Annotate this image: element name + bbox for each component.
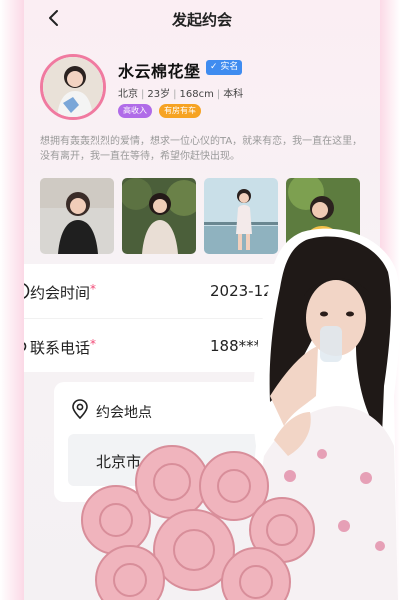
- gallery-photo[interactable]: [122, 178, 196, 254]
- verified-icon: ✓: [210, 62, 218, 72]
- phone-label: 联系电话*: [30, 337, 97, 357]
- profile-avatar[interactable]: [40, 54, 106, 120]
- verified-badge: ✓ 实名: [206, 60, 243, 75]
- profile-age: 23岁: [147, 89, 171, 100]
- profile-education: 本科: [223, 89, 244, 100]
- top-nav-bar: 发起约会: [24, 0, 380, 36]
- gallery-photo[interactable]: [40, 178, 114, 254]
- profile-meta: 北京 | 23岁 | 168cm | 本科: [118, 89, 244, 100]
- profile-name: 水云棉花堡: [118, 62, 201, 81]
- profile-city: 北京: [118, 89, 138, 100]
- rose-bouquet-overlay: [81, 445, 315, 600]
- tag-high-income: 高收入: [118, 104, 152, 118]
- location-pin-icon: [72, 399, 88, 420]
- page-title: 发起约会: [171, 11, 232, 29]
- date-label: 约会时间*: [30, 282, 97, 302]
- location-label: 约会地点: [96, 405, 152, 421]
- profile-height: 168cm: [179, 89, 214, 100]
- tag-house-car: 有房有车: [159, 104, 201, 118]
- profile-bio: 想拥有轰轰烈烈的爱情，想求一位心仪的TA，就来有恋，我一直在这里，没有离开，我一…: [40, 136, 363, 162]
